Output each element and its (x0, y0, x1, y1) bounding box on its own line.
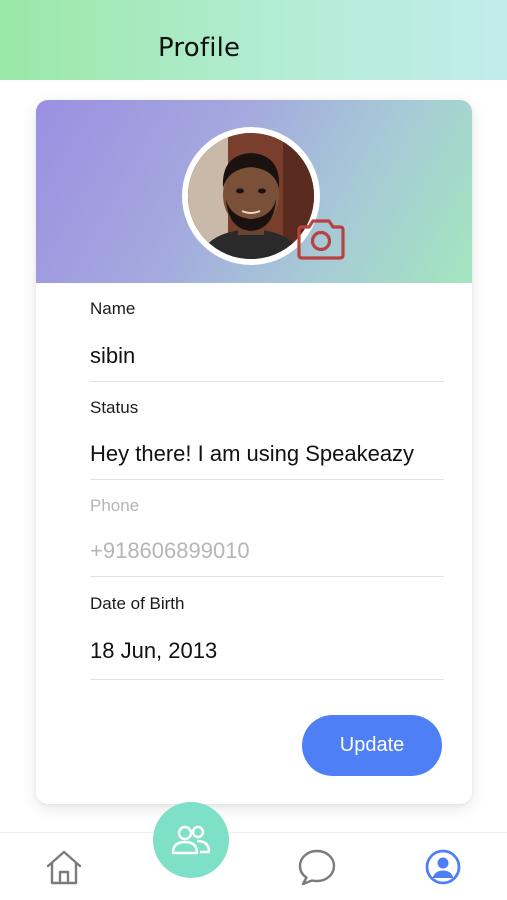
header-bar: Profile (0, 0, 507, 80)
dob-input[interactable]: 18 Jun, 2013 (90, 638, 420, 664)
name-input[interactable]: sibin (90, 343, 420, 369)
status-label: Status (90, 398, 139, 417)
nav-profile[interactable] (413, 833, 473, 900)
change-photo-button[interactable] (293, 217, 349, 263)
status-input[interactable]: Hey there! I am using Speakeazy (90, 441, 420, 467)
update-button[interactable]: Update (302, 715, 442, 776)
home-icon (46, 850, 82, 885)
page-title: Profile (158, 33, 241, 63)
profile-banner (36, 100, 472, 283)
name-field[interactable]: Name sibin (90, 299, 444, 382)
phone-field: Phone +918606899010 (90, 496, 444, 577)
dob-label: Date of Birth (90, 594, 185, 613)
nav-chats[interactable] (287, 833, 347, 900)
nav-home[interactable] (34, 833, 94, 900)
nav-contacts[interactable] (153, 802, 229, 878)
profile-icon (425, 849, 461, 885)
profile-card: Name sibin Status Hey there! I am using … (36, 100, 472, 804)
camera-icon (297, 219, 345, 260)
chat-icon (298, 849, 336, 886)
profile-screen: Profile Name sibin Status Hey there! I a… (0, 0, 507, 900)
phone-input: +918606899010 (90, 538, 250, 563)
name-label: Name (90, 299, 136, 318)
dob-field[interactable]: Date of Birth 18 Jun, 2013 (90, 594, 444, 680)
contacts-icon (171, 825, 211, 855)
phone-label: Phone (90, 496, 140, 515)
bottom-nav (0, 832, 507, 900)
status-field[interactable]: Status Hey there! I am using Speakeazy (90, 398, 444, 480)
